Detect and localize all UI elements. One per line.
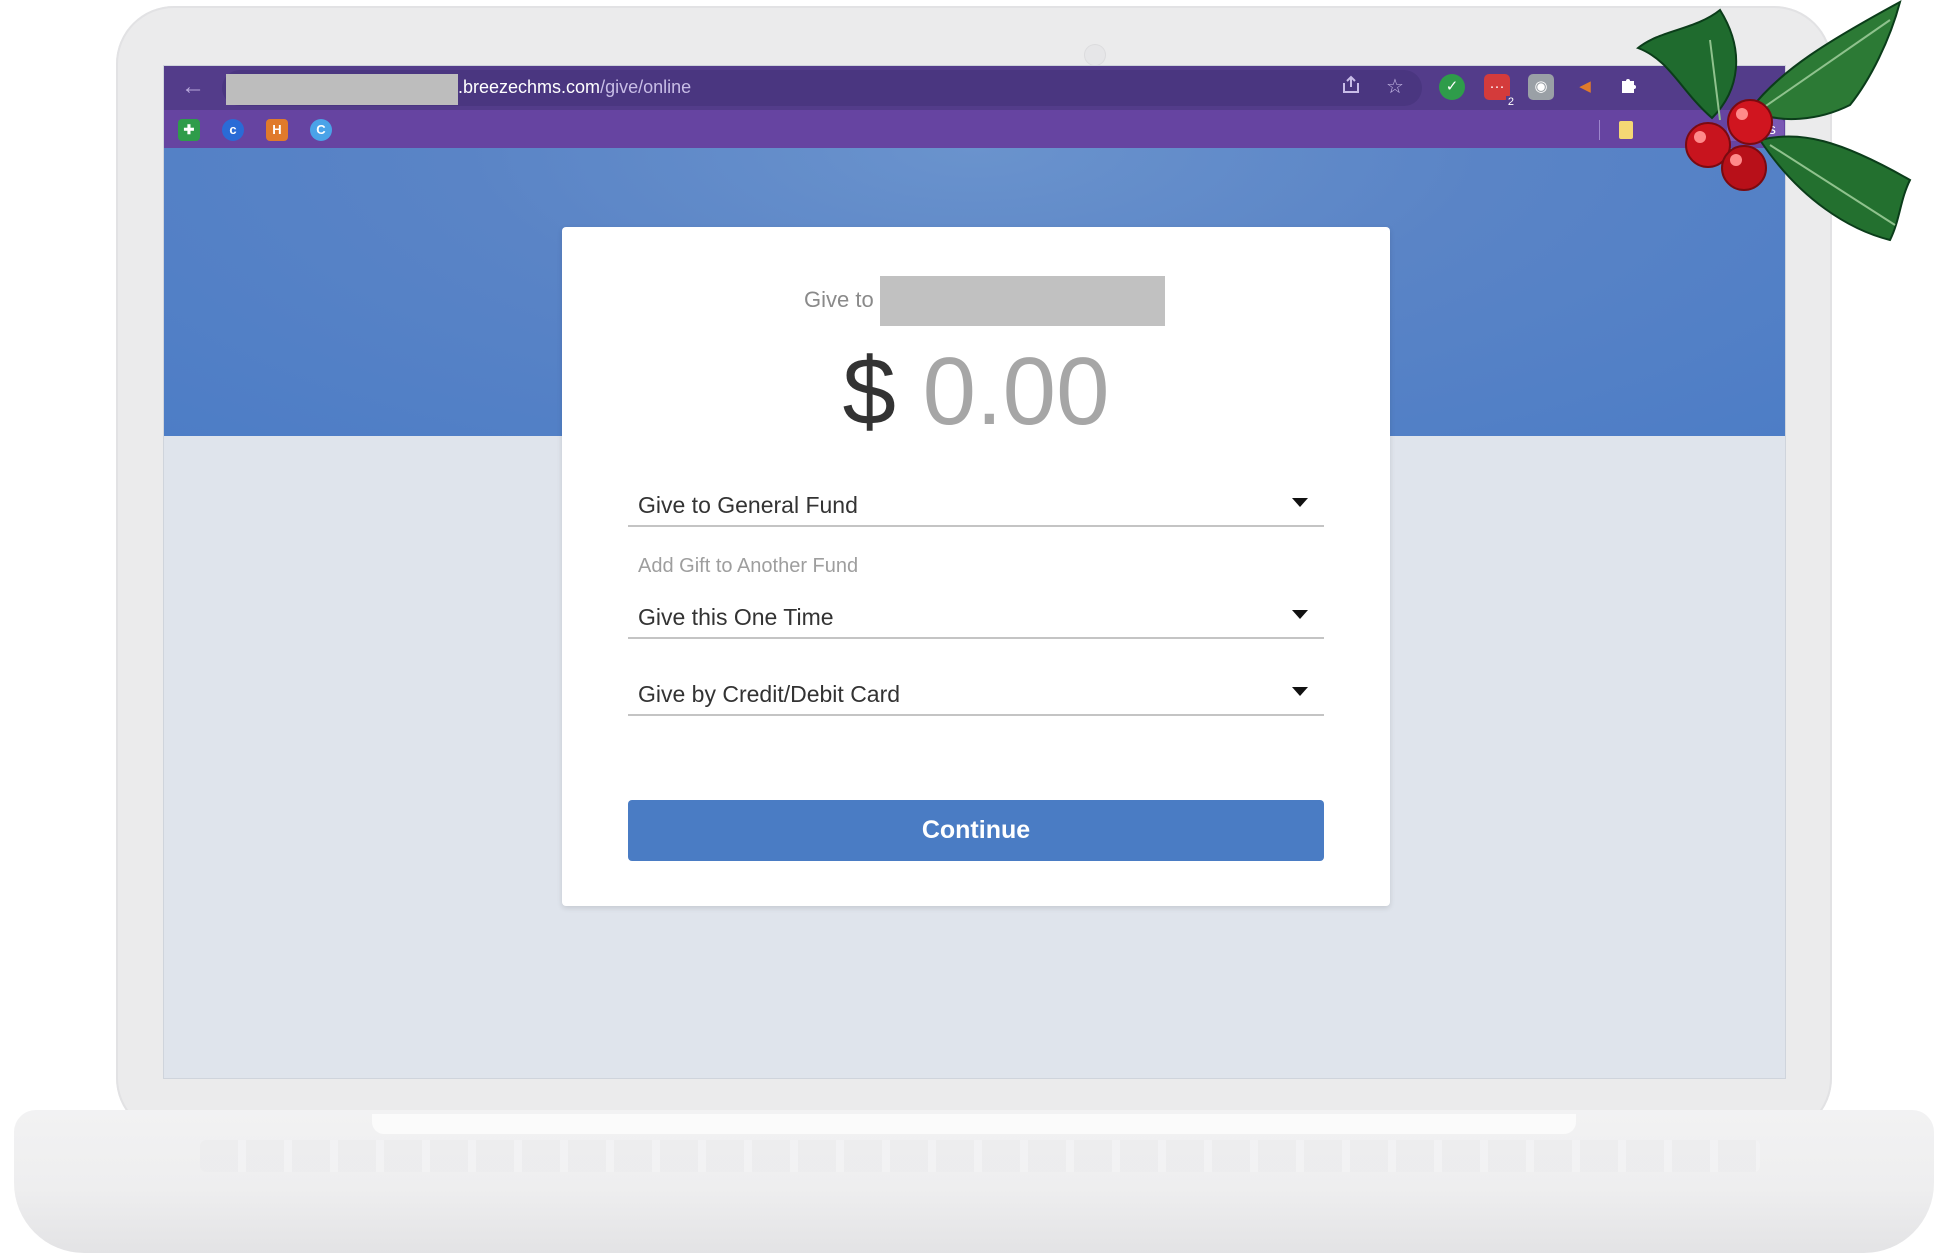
- star-icon[interactable]: ☆: [1382, 74, 1408, 100]
- recipient-redacted: [880, 276, 1165, 326]
- browser-toolbar: ← .breezechms.com/give/online ☆ ✓ ··· 2 ◉…: [164, 66, 1785, 110]
- check-circle-icon[interactable]: ✓: [1439, 74, 1465, 100]
- bookmarks-bar: ✚ c H C marks: [164, 110, 1785, 148]
- frequency-select[interactable]: Give this One Time: [628, 583, 1324, 639]
- frequency-select-label: Give this One Time: [638, 604, 834, 630]
- currency-symbol: $: [842, 338, 896, 445]
- bookmark-cross-icon[interactable]: ✚: [178, 119, 200, 141]
- laptop-screen: ← .breezechms.com/give/online ☆ ✓ ··· 2 ◉…: [163, 65, 1786, 1079]
- fund-select[interactable]: Give to General Fund: [628, 471, 1324, 527]
- continue-button[interactable]: Continue: [628, 800, 1324, 861]
- amount-display[interactable]: $ 0.00: [562, 337, 1390, 447]
- payment-method-select[interactable]: Give by Credit/Debit Card: [628, 660, 1324, 716]
- bookmark-e-icon[interactable]: C: [310, 119, 332, 141]
- share-icon[interactable]: [1338, 74, 1364, 100]
- url-domain: .breezechms.com: [458, 77, 601, 97]
- chevron-down-icon: [1292, 687, 1308, 696]
- url-path: /give/online: [600, 77, 692, 97]
- chevron-down-icon: [1292, 498, 1308, 507]
- arrow-left-icon[interactable]: ←: [178, 72, 208, 102]
- holly-decoration-icon: [1636, 0, 1912, 242]
- laptop-keyboard: [200, 1140, 1760, 1172]
- megaphone-icon[interactable]: ◀: [1572, 74, 1598, 100]
- give-to-label: Give to: [804, 287, 874, 312]
- giving-form-card: Give to $ 0.00 Give to General Fund Add …: [562, 227, 1390, 906]
- payment-method-label: Give by Credit/Debit Card: [638, 681, 901, 707]
- bookmark-c-icon[interactable]: c: [222, 119, 244, 141]
- chat-badge-icon[interactable]: ··· 2: [1484, 74, 1516, 108]
- camera-icon[interactable]: ◉: [1528, 74, 1554, 100]
- url-text[interactable]: .breezechms.com/give/online: [458, 77, 691, 98]
- bookmark-h-icon[interactable]: H: [266, 119, 288, 141]
- url-redacted: [226, 74, 458, 105]
- fund-select-label: Give to General Fund: [638, 492, 858, 518]
- add-fund-link[interactable]: Add Gift to Another Fund: [638, 555, 858, 578]
- laptop-hinge: [372, 1114, 1576, 1134]
- webcam-icon: [1084, 44, 1106, 66]
- extension-badge-count: 2: [1505, 96, 1516, 108]
- chevron-down-icon: [1292, 610, 1308, 619]
- amount-value: 0.00: [922, 338, 1110, 445]
